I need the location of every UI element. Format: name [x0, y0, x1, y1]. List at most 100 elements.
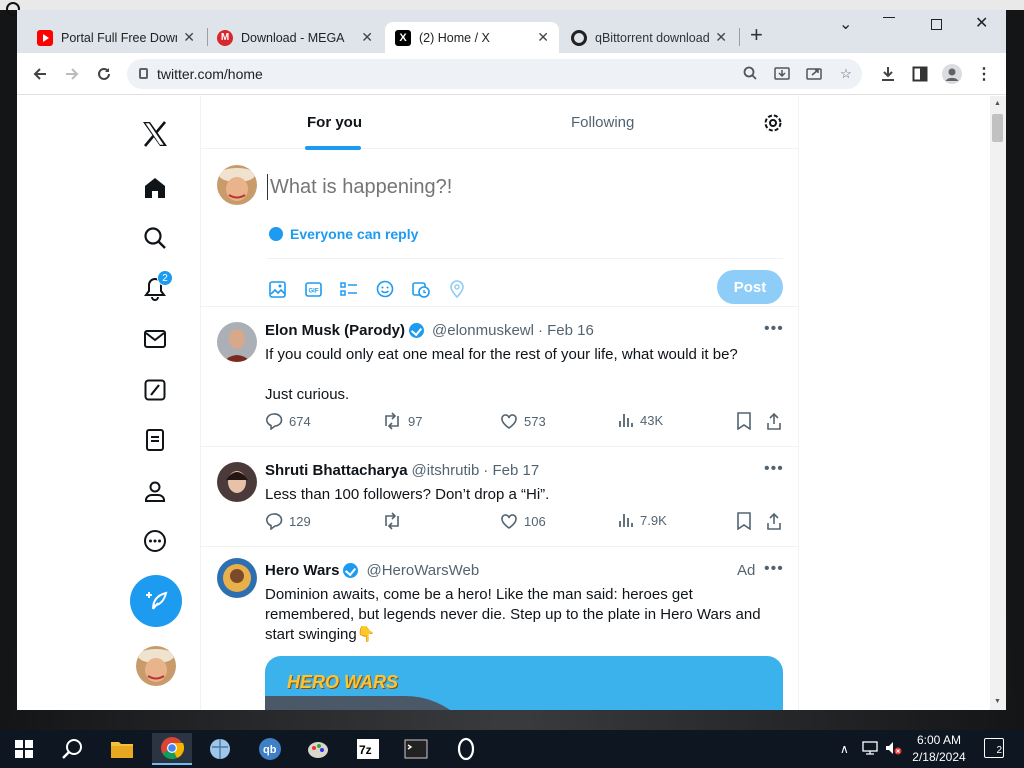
close-tab-icon[interactable]: ✕: [715, 29, 727, 46]
share-icon[interactable]: [805, 66, 823, 82]
compose-post-button[interactable]: [130, 575, 182, 627]
views-button[interactable]: 43K: [618, 412, 663, 428]
scroll-thumb[interactable]: [992, 114, 1003, 142]
gif-icon[interactable]: GIF: [304, 280, 322, 298]
reply-button[interactable]: 129: [265, 512, 311, 530]
profile-icon[interactable]: [941, 63, 963, 85]
reload-button[interactable]: [93, 63, 115, 85]
forward-button[interactable]: [61, 63, 83, 85]
poll-icon[interactable]: [340, 280, 358, 298]
share-button[interactable]: [766, 412, 782, 430]
repost-button[interactable]: 97: [382, 412, 422, 430]
7zip-button[interactable]: 7z: [348, 733, 388, 765]
close-window-button[interactable]: ✕: [975, 13, 988, 33]
close-tab-icon[interactable]: ✕: [537, 29, 549, 46]
grok-icon[interactable]: [141, 376, 169, 404]
schedule-icon[interactable]: [412, 280, 430, 298]
file-explorer-button[interactable]: [102, 733, 142, 765]
menu-icon[interactable]: ⋮: [973, 63, 995, 85]
reply-setting-button[interactable]: Everyone can reply: [269, 226, 418, 242]
tab-for-you[interactable]: For you: [307, 114, 362, 131]
compose-input[interactable]: [267, 174, 747, 200]
search-icon[interactable]: [141, 224, 169, 252]
scroll-down-icon[interactable]: ▼: [994, 698, 1001, 705]
maximize-button[interactable]: [931, 19, 942, 30]
feed-tabs: For you Following: [201, 96, 798, 150]
terminal-button[interactable]: [396, 733, 436, 765]
views-button[interactable]: 7.9K: [618, 512, 667, 528]
more-options-icon[interactable]: •••: [764, 560, 784, 578]
tab-portal[interactable]: Portal Full Free Down ✕: [27, 22, 205, 53]
tab-qbittorrent[interactable]: qBittorrent download ✕: [561, 22, 737, 53]
tab-following[interactable]: Following: [571, 114, 634, 131]
tweet-date[interactable]: · Feb 16: [538, 322, 594, 339]
location-icon[interactable]: [448, 280, 466, 298]
install-app-icon[interactable]: [773, 66, 791, 82]
tab-mega[interactable]: M Download - MEGA ✕: [207, 22, 383, 53]
author-name[interactable]: Hero Wars: [265, 562, 339, 579]
notifications-icon[interactable]: 2: [141, 270, 173, 303]
more-options-icon[interactable]: •••: [764, 320, 784, 338]
tweet-avatar[interactable]: [217, 558, 257, 598]
home-icon[interactable]: [141, 174, 169, 202]
address-bar[interactable]: twitter.com/home ☆: [127, 59, 862, 89]
new-tab-button[interactable]: +: [750, 24, 763, 46]
post-button[interactable]: Post: [717, 270, 783, 304]
like-button[interactable]: 106: [500, 512, 546, 530]
scroll-up-icon[interactable]: ▲: [994, 100, 1001, 107]
downloads-icon[interactable]: [877, 63, 899, 85]
search-button[interactable]: [52, 733, 92, 765]
start-button[interactable]: [4, 733, 44, 765]
close-tab-icon[interactable]: ✕: [183, 29, 195, 46]
paint-button[interactable]: [298, 733, 338, 765]
account-avatar[interactable]: [136, 646, 176, 686]
tweet[interactable]: Shruti Bhattacharya @itshrutib · Feb 17 …: [201, 448, 798, 547]
minimize-button[interactable]: [883, 17, 895, 19]
browser-window: Portal Full Free Down ✕ M Download - MEG…: [17, 10, 1006, 710]
system-clock[interactable]: 6:00 AM 2/18/2024: [900, 732, 978, 766]
tweet-date[interactable]: · Feb 17: [483, 462, 539, 479]
search-icon[interactable]: [741, 66, 759, 82]
author-name[interactable]: Elon Musk (Parody): [265, 322, 405, 339]
app-button[interactable]: [200, 733, 240, 765]
more-icon[interactable]: [141, 527, 169, 555]
bookmark-button[interactable]: [736, 512, 752, 530]
side-panel-icon[interactable]: [909, 63, 931, 85]
close-tab-icon[interactable]: ✕: [361, 29, 373, 46]
tweet-avatar[interactable]: [217, 322, 257, 362]
settings-icon[interactable]: [763, 113, 783, 138]
author-handle[interactable]: @elonmuskewl: [432, 322, 534, 339]
author-handle[interactable]: @HeroWarsWeb: [366, 562, 479, 579]
chrome-button[interactable]: [152, 733, 192, 765]
author-handle[interactable]: @itshrutib: [412, 462, 480, 479]
qbittorrent-taskbar-button[interactable]: qb: [250, 733, 290, 765]
heart-icon: [501, 514, 517, 529]
bookmark-button[interactable]: [736, 412, 752, 430]
tweet[interactable]: Elon Musk (Parody) @elonmuskewl · Feb 16…: [201, 308, 798, 447]
like-button[interactable]: 573: [500, 412, 546, 430]
reply-button[interactable]: 674: [265, 412, 311, 430]
media-icon[interactable]: [268, 280, 286, 298]
promoted-tweet[interactable]: Hero Wars @HeroWarsWeb Ad ••• Dominion a…: [201, 548, 798, 710]
portal-taskbar-button[interactable]: [446, 733, 486, 765]
share-button[interactable]: [766, 512, 782, 530]
tweet-avatar[interactable]: [217, 462, 257, 502]
tab-search-icon[interactable]: ⌄: [839, 14, 852, 34]
show-hidden-icons[interactable]: ∧: [840, 742, 849, 756]
lists-icon[interactable]: [141, 426, 169, 454]
back-button[interactable]: [29, 63, 51, 85]
network-icon[interactable]: [862, 740, 880, 759]
more-options-icon[interactable]: •••: [764, 460, 784, 478]
tab-x-home[interactable]: X (2) Home / X ✕: [385, 22, 559, 53]
action-center-button[interactable]: 2: [984, 738, 1004, 758]
emoji-icon[interactable]: [376, 280, 394, 298]
page-scrollbar[interactable]: ▲ ▼: [990, 96, 1006, 710]
repost-button[interactable]: [382, 512, 408, 530]
ad-media[interactable]: HERO WARS: [265, 656, 783, 710]
x-logo-icon[interactable]: [141, 120, 169, 148]
profile-icon[interactable]: [141, 477, 169, 505]
author-name[interactable]: Shruti Bhattacharya: [265, 462, 408, 479]
messages-icon[interactable]: [141, 325, 169, 353]
x-logo-icon: X: [395, 29, 411, 46]
bookmark-star-icon[interactable]: ☆: [837, 66, 855, 82]
